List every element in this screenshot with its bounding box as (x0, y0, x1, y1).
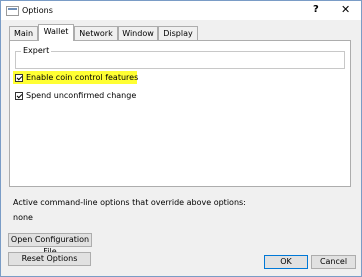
coin-control-label[interactable]: Enable coin control features (26, 73, 138, 82)
app-icon (6, 6, 19, 16)
spend-unconfirmed-checkbox[interactable] (15, 92, 23, 100)
tab-display[interactable]: Display (158, 26, 198, 41)
spend-unconfirmed-label[interactable]: Spend unconfirmed change (26, 91, 136, 100)
window-title: Options (22, 6, 53, 15)
tab-wallet[interactable]: Wallet (38, 24, 74, 41)
ok-button[interactable]: OK (264, 255, 308, 269)
help-button[interactable]: ? (313, 4, 319, 15)
reset-options-button[interactable]: Reset Options (8, 252, 91, 266)
tab-main[interactable]: Main (9, 26, 38, 41)
expert-groupbox (15, 51, 345, 69)
expert-group-title: Expert (21, 46, 52, 55)
coin-control-checkbox[interactable] (15, 74, 23, 82)
close-button[interactable]: ✕ (341, 3, 350, 16)
override-options-label: Active command-line options that overrid… (13, 198, 246, 207)
title-bar: Options ? ✕ (1, 1, 361, 20)
cancel-button[interactable]: Cancel (311, 255, 356, 269)
wallet-tab-panel: Expert Enable coin control features Spen… (9, 40, 351, 187)
open-config-file-button[interactable]: Open Configuration File (8, 233, 92, 256)
options-dialog: Options ? ✕ Main Wallet Network Window D… (0, 0, 362, 277)
tab-network[interactable]: Network (74, 26, 118, 41)
override-options-value: none (13, 213, 33, 222)
tab-window[interactable]: Window (118, 26, 158, 41)
